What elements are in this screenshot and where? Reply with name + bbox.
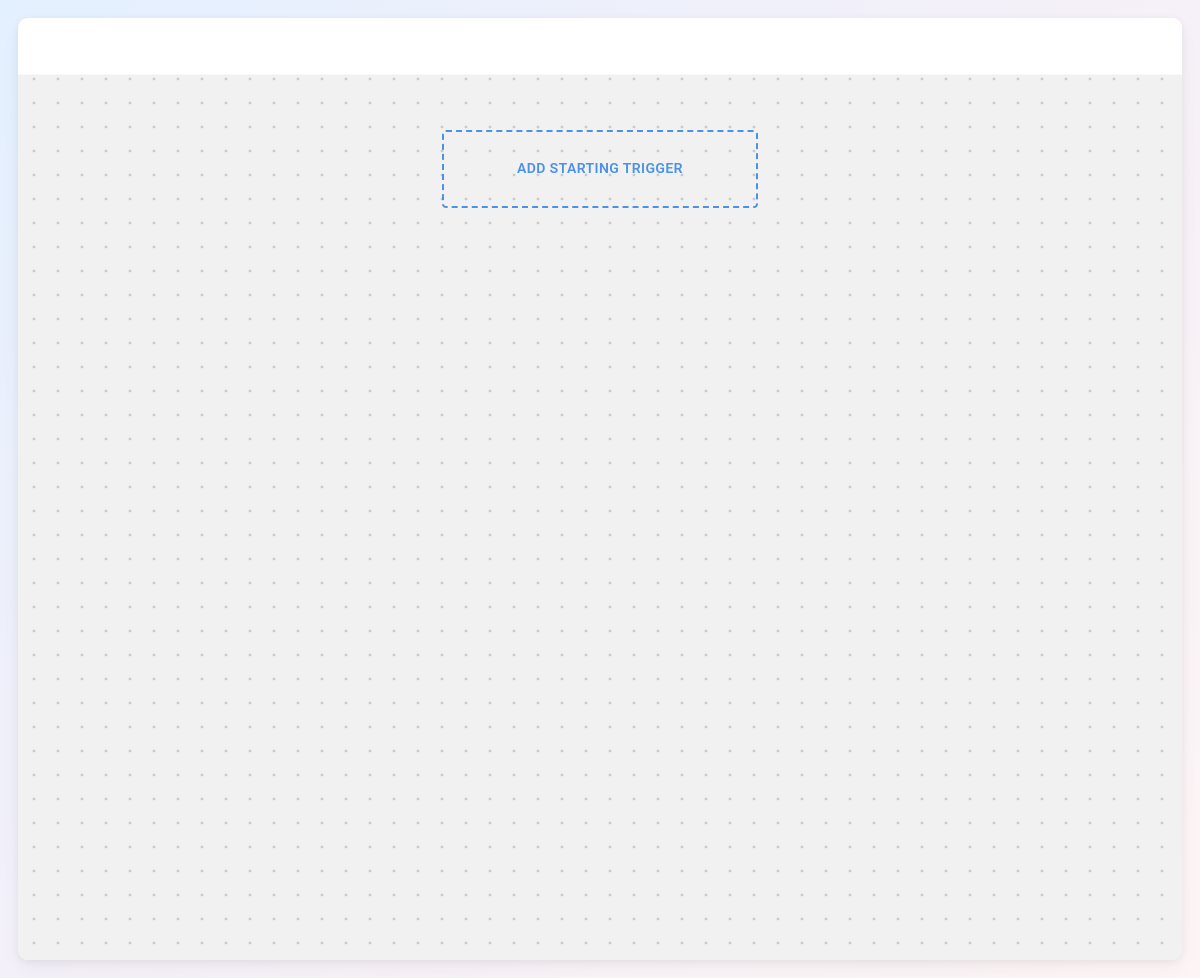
trigger-button-label: ADD STARTING TRIGGER: [517, 161, 683, 177]
workflow-canvas[interactable]: ADD STARTING TRIGGER: [18, 75, 1182, 960]
workflow-card: ADD STARTING TRIGGER: [18, 18, 1182, 960]
add-starting-trigger-button[interactable]: ADD STARTING TRIGGER: [442, 130, 758, 208]
card-header: [18, 18, 1182, 75]
